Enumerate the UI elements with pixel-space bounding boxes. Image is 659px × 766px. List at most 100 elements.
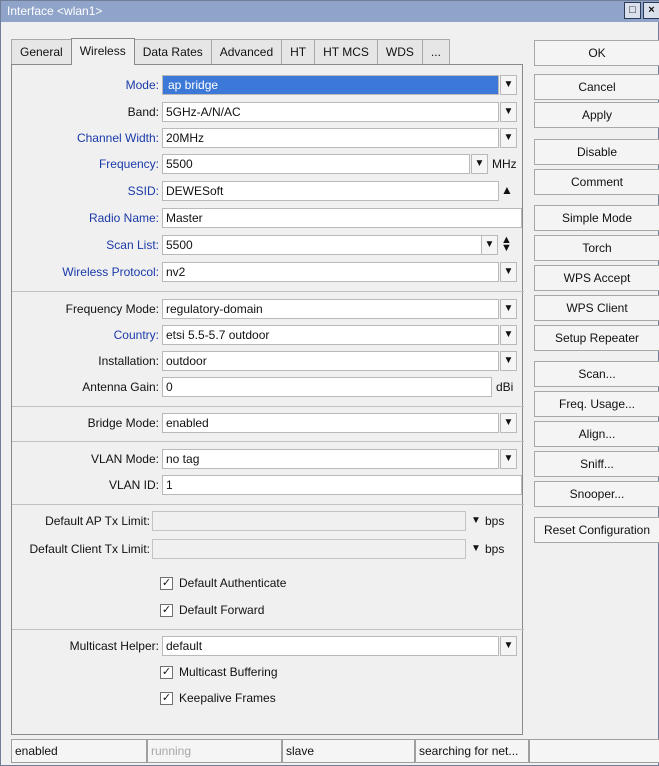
country-label: Country: [113,328,159,342]
wireless-protocol-row: Wireless Protocol: nv2 ▼ [12,262,524,284]
default-ap-tx-limit-input[interactable] [152,511,466,531]
multicast-helper-select[interactable]: default [162,636,499,656]
ssid-input[interactable]: DEWESoft [162,181,499,201]
frequency-mode-select[interactable]: regulatory-domain [162,299,499,319]
separator [12,406,524,407]
dropdown-arrow-icon[interactable]: ▼ [500,102,517,122]
default-ap-tx-limit-row: Default AP Tx Limit: ▼ bps [12,511,524,533]
snooper-button[interactable]: Snooper... [534,481,659,507]
status-empty [529,739,659,763]
dropdown-arrow-icon[interactable]: ▼ [500,636,517,656]
frequency-mode-row: Frequency Mode: regulatory-domain ▼ [12,299,524,321]
cancel-button[interactable]: Cancel [534,74,659,100]
comment-button[interactable]: Comment [534,169,659,195]
checkmark-icon[interactable]: ✓ [160,691,173,705]
dropdown-arrow-icon[interactable]: ▼ [500,413,517,433]
separator [12,629,524,630]
default-ap-tx-limit-label: Default AP Tx Limit: [45,514,150,528]
scan-list-input[interactable]: 5500 [162,235,482,255]
multicast-buffering-label: Multicast Buffering [179,665,278,679]
checkmark-icon[interactable]: ✓ [160,603,173,617]
reset-configuration-button[interactable]: Reset Configuration [534,517,659,543]
status-searching: searching for net... [415,739,529,763]
radio-name-input[interactable]: Master [162,208,522,228]
scan-button[interactable]: Scan... [534,361,659,387]
simple-mode-button[interactable]: Simple Mode [534,205,659,231]
tab-advanced[interactable]: Advanced [210,39,283,64]
dropdown-arrow-icon[interactable]: ▼ [481,235,498,255]
dropdown-arrow-icon[interactable]: ▼ [500,75,517,95]
frequency-label: Frequency: [98,157,159,171]
vlan-id-input[interactable]: 1 [162,475,522,495]
spin-updown-icon[interactable]: ▲ ▼ [501,235,512,254]
keepalive-frames-checkbox[interactable]: ✓ Keepalive Frames [160,689,276,707]
freq-usage-button[interactable]: Freq. Usage... [534,391,659,417]
title-bar[interactable]: Interface <wlan1> □ × [1,1,659,22]
default-authenticate-checkbox[interactable]: ✓ Default Authenticate [160,574,286,592]
separator [12,441,524,442]
restore-icon[interactable]: □ [624,2,641,19]
status-bar: enabled running slave searching for net.… [11,739,659,763]
antenna-gain-row: Antenna Gain: 0 dBi [12,377,524,399]
separator [12,504,524,505]
align-button[interactable]: Align... [534,421,659,447]
default-client-tx-limit-label: Default Client Tx Limit: [29,542,151,556]
country-select[interactable]: etsi 5.5-5.7 outdoor [162,325,499,345]
antenna-gain-input[interactable]: 0 [162,377,492,397]
band-select[interactable]: 5GHz-A/N/AC [162,102,499,122]
apply-button[interactable]: Apply [534,102,659,128]
vlan-mode-select[interactable]: no tag [162,449,499,469]
status-running: running [147,739,282,763]
wireless-protocol-label: Wireless Protocol: [62,265,159,279]
wps-accept-button[interactable]: WPS Accept [534,265,659,291]
dropdown-arrow-icon[interactable]: ▼ [500,449,517,469]
wireless-protocol-select[interactable]: nv2 [162,262,499,282]
status-enabled: enabled [11,739,147,763]
sniff-button[interactable]: Sniff... [534,451,659,477]
dropdown-arrow-icon[interactable]: ▼ [471,543,481,554]
mode-select[interactable]: ap bridge [162,75,499,95]
tab-ht[interactable]: HT [281,39,316,64]
dropdown-arrow-icon[interactable]: ▼ [500,262,517,282]
torch-button[interactable]: Torch [534,235,659,261]
dropdown-arrow-icon[interactable]: ▼ [500,325,517,345]
tab-bar: General Wireless Data Rates Advanced HT … [11,38,523,65]
tab-wds[interactable]: WDS [376,39,423,64]
scan-list-row: Scan List: 5500 ▼ ▲ ▼ [12,235,524,257]
multicast-buffering-checkbox[interactable]: ✓ Multicast Buffering [160,663,278,681]
tab-general[interactable]: General [11,39,72,64]
tab-wireless[interactable]: Wireless [70,38,135,65]
checkmark-icon[interactable]: ✓ [160,576,173,590]
checkmark-icon[interactable]: ✓ [160,665,173,679]
radio-name-row: Radio Name: Master [12,208,524,230]
dropdown-arrow-icon[interactable]: ▼ [471,515,481,526]
spin-up-icon[interactable]: ▲ [501,183,513,197]
vlan-id-label: VLAN ID: [108,478,159,492]
channel-width-select[interactable]: 20MHz [162,128,499,148]
close-icon[interactable]: × [643,2,659,19]
scan-list-label: Scan List: [106,238,159,252]
dropdown-arrow-icon[interactable]: ▼ [500,351,517,371]
default-client-tx-limit-input[interactable] [152,539,466,559]
installation-select[interactable]: outdoor [162,351,499,371]
bridge-mode-select[interactable]: enabled [162,413,499,433]
default-client-tx-limit-row: Default Client Tx Limit: ▼ bps [12,539,524,561]
vlan-id-row: VLAN ID: 1 [12,475,524,497]
tab-data-rates[interactable]: Data Rates [133,39,212,64]
ok-button[interactable]: OK [534,40,659,66]
mode-value: ap bridge [166,78,221,92]
tab-ht-mcs[interactable]: HT MCS [314,39,378,64]
bridge-mode-label: Bridge Mode: [87,416,159,430]
tab-more[interactable]: ... [421,39,450,64]
dropdown-arrow-icon[interactable]: ▼ [471,154,488,174]
multicast-helper-label: Multicast Helper: [69,639,159,653]
setup-repeater-button[interactable]: Setup Repeater [534,325,659,351]
default-ap-tx-limit-unit: bps [485,514,505,528]
frequency-select[interactable]: 5500 [162,154,470,174]
wps-client-button[interactable]: WPS Client [534,295,659,321]
default-forward-checkbox[interactable]: ✓ Default Forward [160,601,264,619]
interface-window: Interface <wlan1> □ × General Wireless D… [0,0,659,766]
dropdown-arrow-icon[interactable]: ▼ [500,128,517,148]
disable-button[interactable]: Disable [534,139,659,165]
dropdown-arrow-icon[interactable]: ▼ [500,299,517,319]
